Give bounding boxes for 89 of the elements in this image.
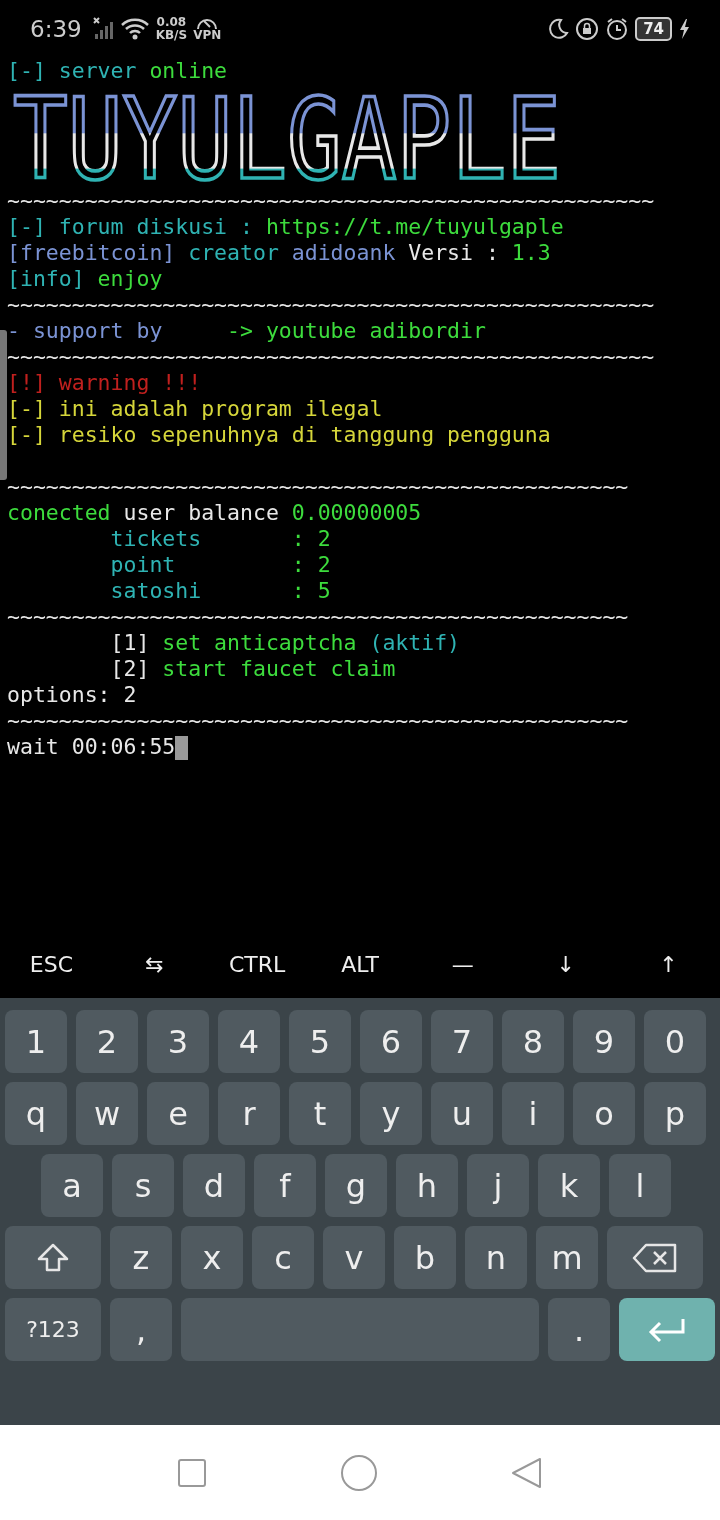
keyboard-key[interactable]: d (183, 1154, 245, 1217)
network-speed-unit: KB/S (155, 29, 188, 42)
terminal-line: ~~~~~~~~~~~~~~~~~~~~~~~~~~~~~~~~~~~~~~~~~~~~~~~~ (7, 604, 630, 630)
keyboard-key[interactable]: o (573, 1082, 635, 1145)
keyboard-key[interactable]: c (252, 1226, 314, 1289)
terminal-line: ~~~~~~~~~~~~~~~~~~~~~~~~~~~~~~~~~~~~~~~~~~~~~~~~~~ (7, 188, 656, 214)
keyboard-key[interactable]: j (467, 1154, 529, 1217)
terminal-line: options: 2 (7, 682, 138, 708)
terminal-line: ~~~~~~~~~~~~~~~~~~~~~~~~~~~~~~~~~~~~~~~~~~~~~~~~~~ (7, 292, 656, 318)
terminal-line: [freebitcoin] creator adidoank Versi : 1.3 (7, 240, 552, 266)
keyboard-key[interactable]: a (41, 1154, 103, 1217)
cursor (175, 736, 189, 760)
terminal-line: tickets : 2 (109, 526, 332, 552)
keyboard-key[interactable]: h (396, 1154, 458, 1217)
terminal-line: [2] start faucet claim (109, 656, 397, 682)
symbols-key[interactable]: ?123 (5, 1298, 101, 1361)
rotation-lock-icon (575, 17, 600, 41)
extra-key[interactable]: CTRL (205, 945, 309, 983)
extra-key[interactable]: ⇆ (102, 945, 206, 983)
keyboard-key[interactable]: 7 (431, 1010, 493, 1073)
keyboard-key[interactable]: z (110, 1226, 172, 1289)
cellular-signal-icon (91, 16, 114, 42)
terminal-line: satoshi : 5 (109, 578, 332, 604)
terminal-line: [-] server online (7, 58, 229, 84)
enter-icon (647, 1316, 687, 1343)
keyboard-key[interactable]: l (609, 1154, 671, 1217)
charging-bolt-icon (678, 18, 690, 40)
keyboard-key[interactable]: 6 (360, 1010, 422, 1073)
terminal-line: ~~~~~~~~~~~~~~~~~~~~~~~~~~~~~~~~~~~~~~~~~~~~~~~~ (7, 708, 630, 734)
back-icon[interactable] (510, 1455, 544, 1490)
keyboard-key[interactable]: . (548, 1298, 610, 1361)
extra-key[interactable]: ↑ (617, 945, 720, 983)
terminal-line: conected user balance 0.00000005 (7, 500, 423, 526)
keyboard-key[interactable]: g (325, 1154, 387, 1217)
keyboard-key[interactable]: 2 (76, 1010, 138, 1073)
terminal-line: [-] forum diskusi : https://t.me/tuyulgaple (7, 214, 565, 240)
keyboard-key[interactable]: 9 (573, 1010, 635, 1073)
keyboard-key[interactable]: n (465, 1226, 527, 1289)
extra-key[interactable]: ↓ (514, 945, 618, 983)
vpn-label: VPN (193, 28, 222, 42)
keyboard-key[interactable]: 4 (218, 1010, 280, 1073)
keyboard-key[interactable]: v (323, 1226, 385, 1289)
keyboard-key[interactable]: i (502, 1082, 564, 1145)
keyboard-key[interactable]: 0 (644, 1010, 706, 1073)
terminal-line: [!] warning !!! (7, 370, 203, 396)
extra-key[interactable]: ALT (308, 945, 412, 983)
home-icon[interactable] (340, 1453, 378, 1492)
keyboard-key[interactable]: p (644, 1082, 706, 1145)
keyboard-key[interactable]: x (181, 1226, 243, 1289)
enter-key[interactable] (619, 1298, 715, 1361)
terminal-line: wait 00:06:55 (7, 734, 720, 760)
keyboard-key[interactable]: t (289, 1082, 351, 1145)
backspace-key[interactable] (607, 1226, 703, 1289)
wifi-icon (119, 17, 150, 41)
terminal-line: [1] set anticaptcha (aktif) (109, 630, 462, 656)
keyboard-key[interactable]: b (394, 1226, 456, 1289)
keyboard-key[interactable]: w (76, 1082, 138, 1145)
keyboard-key[interactable]: e (147, 1082, 209, 1145)
terminal-line: [-] ini adalah program ilegal (7, 396, 384, 422)
keyboard-key[interactable]: y (360, 1082, 422, 1145)
keyboard-key[interactable]: 5 (289, 1010, 351, 1073)
keyboard-key[interactable]: f (254, 1154, 316, 1217)
network-speed-value: 0.08 (156, 16, 187, 29)
alarm-clock-icon (605, 17, 630, 41)
clock-time: 6:39 (30, 16, 82, 42)
keyboard-key[interactable]: 8 (502, 1010, 564, 1073)
keyboard-key[interactable]: r (218, 1082, 280, 1145)
keyboard-key[interactable]: , (110, 1298, 172, 1361)
banner-title: TUYULGAPLE (13, 84, 561, 188)
keyboard-key[interactable]: 3 (147, 1010, 209, 1073)
extra-key[interactable]: — (411, 945, 515, 983)
terminal-line: [-] resiko sepenuhnya di tanggung pengguna (7, 422, 552, 448)
extra-key[interactable]: ESC (0, 945, 103, 983)
terminal-line: ~~~~~~~~~~~~~~~~~~~~~~~~~~~~~~~~~~~~~~~~~~~~~~~~~~ (7, 344, 656, 370)
keyboard-key[interactable]: u (431, 1082, 493, 1145)
keyboard-key[interactable]: q (5, 1082, 67, 1145)
shift-key[interactable] (5, 1226, 101, 1289)
terminal-line: - support by -> youtube adibordir (7, 318, 487, 344)
moon-icon (547, 17, 570, 41)
keyboard-key[interactable]: s (112, 1154, 174, 1217)
keyboard-key[interactable]: m (536, 1226, 598, 1289)
recent-apps-icon[interactable] (176, 1456, 208, 1489)
keyboard-key[interactable]: 1 (5, 1010, 67, 1073)
terminal-line: [info] enjoy (7, 266, 164, 292)
battery-indicator: 74 (635, 17, 672, 41)
terminal-line: ~~~~~~~~~~~~~~~~~~~~~~~~~~~~~~~~~~~~~~~~~~~~~~~~ (7, 474, 630, 500)
terminal-line: point : 2 (109, 552, 332, 578)
keyboard-key[interactable]: k (538, 1154, 600, 1217)
backspace-icon (632, 1241, 678, 1274)
